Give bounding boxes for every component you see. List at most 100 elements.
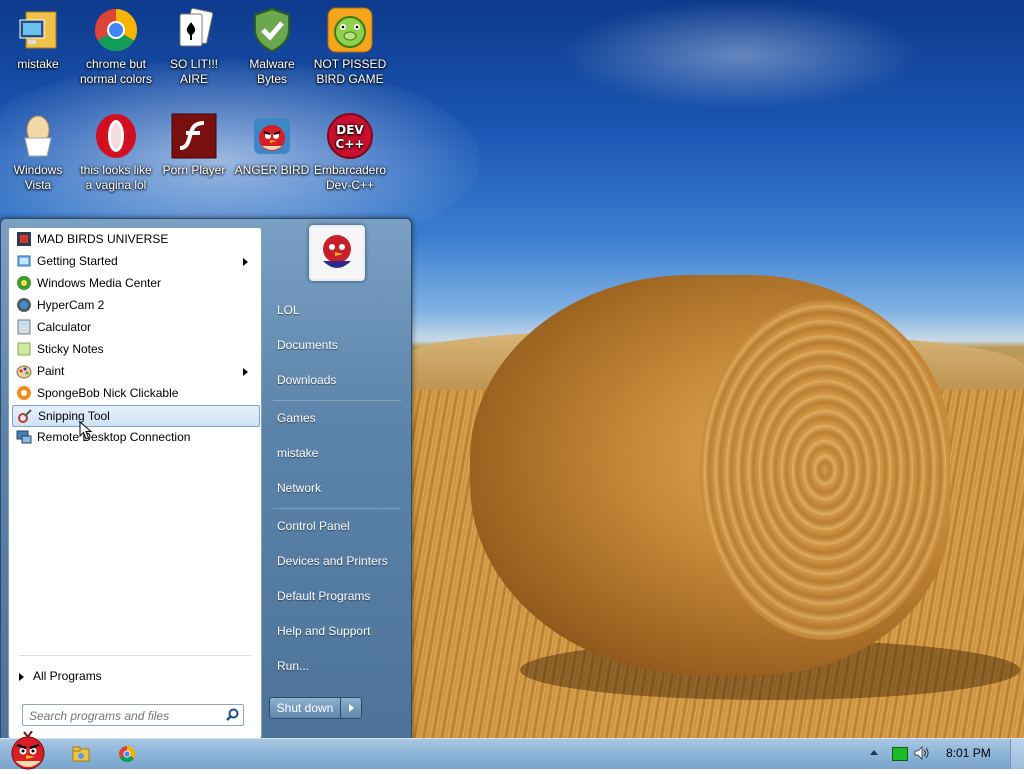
desktop-icon-label: mistake <box>17 57 59 71</box>
desktop-icon-label: this looks like a vagina lol <box>80 163 152 192</box>
start-item-label: Snipping Tool <box>38 409 110 423</box>
places-item-downloads[interactable]: Downloads <box>273 367 407 393</box>
all-programs-button[interactable]: All Programs <box>19 666 102 686</box>
devcpp-icon: DEV C++ <box>326 112 374 160</box>
places-item-documents[interactable]: Documents <box>273 332 407 358</box>
start-item-label: SpongeBob Nick Clickable <box>37 386 179 400</box>
shutdown-button[interactable]: Shut down <box>269 697 341 719</box>
network-status-icon[interactable] <box>892 747 908 761</box>
desktop-icon-flash-player[interactable]: Porn Player <box>156 112 232 178</box>
desktop-icon-label: chrome but normal colors <box>79 57 153 86</box>
start-item-hypercam[interactable]: HyperCam 2 <box>12 295 258 315</box>
desktop-icon-devcpp[interactable]: DEV C++ Embarcadero Dev-C++ <box>312 112 388 193</box>
all-programs-divider <box>19 655 251 656</box>
start-item-label: Sticky Notes <box>37 342 104 356</box>
angry-bird-icon <box>248 112 296 160</box>
paint-icon <box>16 363 32 379</box>
opera-icon <box>92 112 140 160</box>
all-programs-label: All Programs <box>33 669 102 683</box>
places-item-network[interactable]: Network <box>273 475 407 501</box>
show-hidden-icons-button[interactable] <box>870 750 878 755</box>
start-item-label: Remote Desktop Connection <box>37 430 191 444</box>
flash-player-icon <box>170 112 218 160</box>
getting-started-icon <box>16 253 32 269</box>
hypercam-icon <box>16 297 32 313</box>
desktop-icon-chrome[interactable]: chrome but normal colors <box>78 6 154 87</box>
desktop-icon-label: NOT PISSED BIRD GAME <box>313 57 387 86</box>
wallpaper-hay-bale-face <box>700 300 950 640</box>
show-desktop-button[interactable] <box>1010 739 1024 769</box>
places-item-default-programs[interactable]: Default Programs <box>273 583 407 609</box>
explorer-folder-icon[interactable] <box>72 745 90 763</box>
places-item-run[interactable]: Run... <box>273 653 407 679</box>
spongebob-icon <box>16 385 32 401</box>
user-avatar[interactable] <box>309 225 365 281</box>
shutdown-options-button[interactable] <box>340 697 362 719</box>
desktop-icon-label: Malware Bytes <box>249 57 295 86</box>
chevron-right-icon <box>349 704 354 712</box>
start-item-label: Getting Started <box>37 254 118 268</box>
start-item-snipping-tool[interactable]: Snipping Tool <box>12 405 260 427</box>
chrome-icon <box>92 6 140 54</box>
search-icon[interactable] <box>226 708 239 721</box>
start-item-mad-birds-universe[interactable]: MAD BIRDS UNIVERSE <box>12 229 258 249</box>
places-divider <box>273 508 401 509</box>
desktop-icon-label: SO LIT!!! AIRE <box>169 57 218 86</box>
desktop-icon-windows-vista[interactable]: Windows Vista <box>0 112 76 193</box>
start-item-label: Paint <box>37 364 65 378</box>
desktop-icon-solitaire[interactable]: SO LIT!!! AIRE <box>156 6 232 87</box>
desktop-icon-pig-game[interactable]: NOT PISSED BIRD GAME <box>312 6 388 87</box>
start-item-paint[interactable]: Paint <box>12 361 258 381</box>
start-search-input[interactable] <box>27 706 221 725</box>
angry-bird-avatar-icon <box>311 227 363 279</box>
chrome-taskbar-icon[interactable] <box>118 745 136 763</box>
desktop-icon-label: Windows Vista <box>13 163 63 192</box>
start-menu-places-pane: LOL Documents Downloads Games mistake Ne… <box>263 219 411 739</box>
start-item-label: Windows Media Center <box>37 276 162 290</box>
start-item-calculator[interactable]: Calculator <box>12 317 258 337</box>
start-item-getting-started[interactable]: Getting Started <box>12 251 258 271</box>
start-menu-programs-pane: MAD BIRDS UNIVERSE Getting Started Windo… <box>8 227 262 739</box>
start-item-spongebob[interactable]: SpongeBob Nick Clickable <box>12 383 258 403</box>
start-menu: MAD BIRDS UNIVERSE Getting Started Windo… <box>0 218 412 740</box>
places-item-help-support[interactable]: Help and Support <box>273 618 407 644</box>
egg-cup-icon <box>14 112 62 160</box>
sticky-notes-icon <box>16 341 32 357</box>
all-programs-arrow-icon <box>19 672 24 681</box>
desktop-icon-label: Porn Player <box>162 163 226 177</box>
start-item-sticky-notes[interactable]: Sticky Notes <box>12 339 258 359</box>
desktop-icon-malwarebytes[interactable]: Malware Bytes <box>234 6 310 87</box>
taskbar-clock[interactable]: 8:01 PM <box>946 746 991 760</box>
places-item-mistake[interactable]: mistake <box>273 440 407 466</box>
svg-text:DEV: DEV <box>336 123 364 137</box>
desktop-icon-anger-bird[interactable]: ANGER BIRD <box>234 112 310 178</box>
start-button[interactable] <box>4 730 48 771</box>
places-item-devices-printers[interactable]: Devices and Printers <box>273 548 407 574</box>
solitaire-cards-icon <box>170 6 218 54</box>
places-item-control-panel[interactable]: Control Panel <box>273 513 407 539</box>
volume-icon[interactable] <box>914 746 930 760</box>
start-search-box[interactable] <box>22 704 244 726</box>
mouse-cursor-icon <box>79 421 93 440</box>
start-item-windows-media-center[interactable]: Windows Media Center <box>12 273 258 293</box>
desktop-icon-mistake[interactable]: mistake <box>0 6 76 72</box>
media-center-icon <box>16 275 32 291</box>
remote-desktop-icon <box>16 429 32 445</box>
submenu-arrow-icon <box>243 258 248 266</box>
places-item-lol[interactable]: LOL <box>273 297 407 323</box>
start-item-label: Calculator <box>37 320 92 334</box>
snipping-tool-icon <box>17 408 33 424</box>
angry-bird-start-icon <box>11 730 45 770</box>
game-icon <box>16 231 32 247</box>
taskbar: 8:01 PM <box>0 730 1024 770</box>
start-item-label: MAD BIRDS UNIVERSE <box>37 232 169 246</box>
submenu-arrow-icon <box>243 368 248 376</box>
desktop-icon-label: Embarcadero Dev-C++ <box>313 163 387 192</box>
calculator-icon <box>16 319 32 335</box>
wallpaper-cloud <box>560 0 920 110</box>
desktop-icon-opera[interactable]: this looks like a vagina lol <box>78 112 154 193</box>
start-item-label: HyperCam 2 <box>37 298 105 312</box>
places-item-games[interactable]: Games <box>273 405 407 431</box>
svg-text:C++: C++ <box>336 137 365 151</box>
start-item-remote-desktop[interactable]: Remote Desktop Connection <box>12 427 258 447</box>
